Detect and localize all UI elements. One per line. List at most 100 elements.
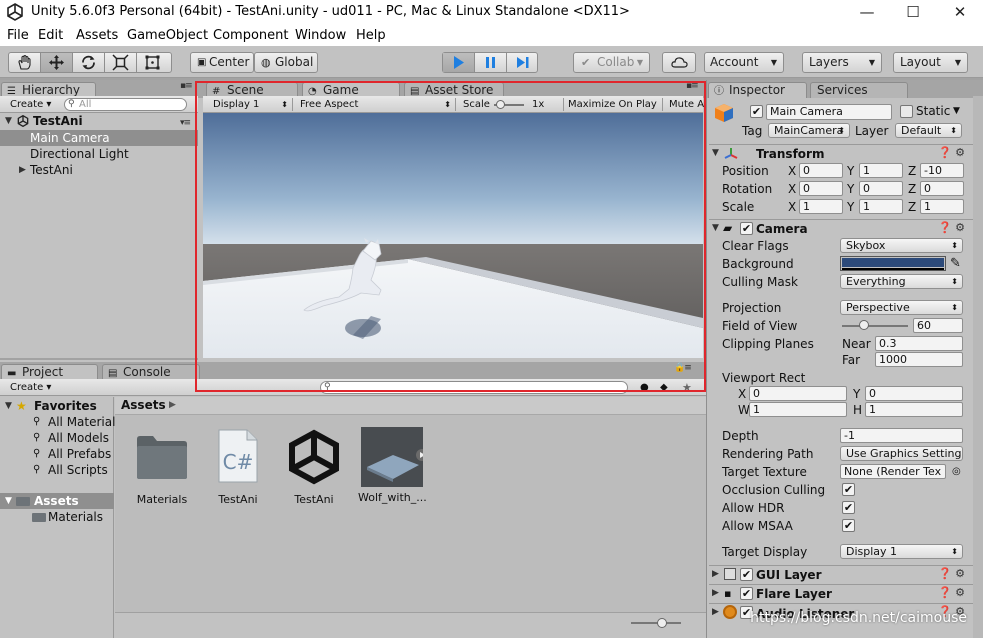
display-dropdown[interactable]: Display 1 ⬍	[209, 98, 293, 111]
fov-field[interactable]: 60	[913, 318, 963, 333]
icon-size-slider-thumb[interactable]	[657, 618, 667, 628]
scale-y-field[interactable]: 1	[859, 199, 903, 214]
panel-menu-icon[interactable]: 🔒≡	[674, 363, 692, 373]
allow-hdr-checkbox[interactable]: ✔	[842, 501, 855, 514]
expand-triangle-icon[interactable]: ▼	[5, 113, 12, 129]
scene-menu-icon[interactable]: ▾≡	[180, 115, 191, 131]
tab-console[interactable]: ▤ Console	[102, 364, 200, 380]
object-picker-icon[interactable]: ◎	[952, 464, 961, 480]
filter-by-type-icon[interactable]: ●	[636, 381, 649, 394]
tab-inspector[interactable]: ⓘ Inspector	[708, 82, 807, 98]
icon-size-slider-track[interactable]	[631, 622, 681, 624]
favorite-all-materials[interactable]: ⚲ All Materials	[0, 414, 122, 430]
rotation-x-field[interactable]: 0	[799, 181, 843, 196]
play-button[interactable]	[443, 53, 475, 72]
favorites-header[interactable]: ▼ ★ Favorites	[0, 398, 114, 414]
viewport-w-field[interactable]: 1	[749, 402, 847, 417]
aspect-dropdown[interactable]: Free Aspect ⬍	[296, 98, 456, 111]
hierarchy-item-directional-light[interactable]: Directional Light	[0, 146, 198, 162]
rotation-z-field[interactable]: 0	[920, 181, 964, 196]
viewport-h-field[interactable]: 1	[865, 402, 963, 417]
object-active-checkbox[interactable]: ✔	[750, 105, 763, 118]
tag-dropdown[interactable]: MainCamera ⬍	[768, 123, 850, 138]
gui-layer-checkbox[interactable]: ✔	[740, 568, 753, 581]
depth-field[interactable]: -1	[840, 428, 963, 443]
create-dropdown[interactable]: Create ▾	[6, 98, 51, 111]
position-x-field[interactable]: 0	[799, 163, 843, 178]
menu-gameobject[interactable]: GameObject	[127, 28, 208, 43]
clear-flags-dropdown[interactable]: Skybox ⬍	[840, 238, 963, 253]
assets-folder[interactable]: ▼ Assets	[0, 493, 114, 509]
eyedropper-icon[interactable]: ✎	[950, 256, 961, 272]
expand-triangle-icon[interactable]: ▶	[712, 569, 719, 579]
menu-file[interactable]: File	[7, 28, 29, 43]
expand-triangle-icon[interactable]: ▶	[19, 162, 26, 178]
culling-mask-dropdown[interactable]: Everything ⬍	[840, 274, 963, 289]
expand-triangle-icon[interactable]: ▶	[712, 588, 719, 598]
layout-dropdown[interactable]: Layout ▼	[893, 52, 968, 73]
scale-z-field[interactable]: 1	[920, 199, 964, 214]
target-display-dropdown[interactable]: Display 1 ⬍	[840, 544, 963, 559]
fov-slider-track[interactable]	[842, 325, 908, 327]
panel-menu-icon[interactable]: ▪≡	[686, 81, 699, 91]
panel-menu-icon[interactable]: ▪≡	[180, 81, 193, 91]
filter-by-label-icon[interactable]: ◆	[656, 381, 668, 394]
far-field[interactable]: 1000	[875, 352, 963, 367]
hierarchy-item-testani[interactable]: ▶ TestAni	[0, 162, 198, 178]
component-help-settings-icons[interactable]: ❓ ⚙	[938, 146, 965, 159]
pivot-center-button[interactable]: ▣ Center	[190, 52, 254, 73]
expand-triangle-icon[interactable]: ▶	[712, 607, 719, 617]
layers-dropdown[interactable]: Layers ▼	[802, 52, 882, 73]
cloud-button[interactable]	[662, 52, 696, 73]
scale-x-field[interactable]: 1	[799, 199, 843, 214]
asset-testani-script[interactable]: C# TestAni	[205, 427, 271, 507]
rect-tool-button[interactable]	[137, 53, 169, 72]
mute-audio-toggle[interactable]: Mute A	[665, 98, 704, 111]
menu-window[interactable]: Window	[295, 28, 346, 43]
maximize-on-play-toggle[interactable]: Maximize On Play	[563, 98, 663, 111]
asset-testani-scene[interactable]: TestAni	[281, 427, 347, 507]
gui-layer-component-header[interactable]: ▶ ✔ GUI Layer ❓ ⚙	[709, 565, 973, 583]
tab-services[interactable]: Services	[810, 82, 908, 98]
occlusion-culling-checkbox[interactable]: ✔	[842, 483, 855, 496]
step-button[interactable]	[507, 53, 539, 72]
project-search-input[interactable]: ⚲	[320, 381, 628, 394]
collapse-triangle-icon[interactable]: ▼	[712, 148, 719, 158]
menu-edit[interactable]: Edit	[38, 28, 63, 43]
asset-wolf-prefab[interactable]: Wolf_with_...	[358, 425, 427, 507]
assets-folder-materials[interactable]: Materials	[0, 509, 114, 525]
scale-slider-thumb[interactable]	[496, 100, 505, 109]
inspector-scrollbar[interactable]	[973, 96, 983, 638]
rotation-y-field[interactable]: 0	[859, 181, 903, 196]
project-create-dropdown[interactable]: Create ▾	[6, 381, 51, 394]
target-texture-field[interactable]: None (Render Tex	[840, 464, 946, 479]
account-dropdown[interactable]: Account ▼	[704, 52, 784, 73]
move-tool-button[interactable]	[41, 53, 73, 72]
allow-msaa-checkbox[interactable]: ✔	[842, 519, 855, 532]
hierarchy-search-input[interactable]: ⚲ All	[64, 98, 187, 111]
component-help-settings-icons[interactable]: ❓ ⚙	[938, 586, 965, 599]
layer-dropdown[interactable]: Default ⬍	[895, 123, 962, 138]
collab-button[interactable]: ✔ Collab ▼	[573, 52, 650, 73]
game-view-viewport[interactable]	[203, 113, 703, 358]
hand-tool-button[interactable]	[9, 53, 41, 72]
position-z-field[interactable]: -10	[920, 163, 964, 178]
component-help-settings-icons[interactable]: ❓ ⚙	[938, 221, 965, 234]
flare-layer-component-header[interactable]: ▶ ▪ ✔ Flare Layer ❓ ⚙	[709, 584, 973, 602]
viewport-x-field[interactable]: 0	[749, 386, 847, 401]
camera-component-header[interactable]: ▼ ▰ ✔ Camera ❓ ⚙	[709, 219, 973, 237]
rotate-tool-button[interactable]	[73, 53, 105, 72]
projection-dropdown[interactable]: Perspective ⬍	[840, 300, 963, 315]
collapse-triangle-icon[interactable]: ▼	[712, 223, 719, 233]
menu-assets[interactable]: Assets	[76, 28, 118, 43]
background-color-swatch[interactable]	[840, 256, 946, 271]
transform-component-header[interactable]: ▼ Transform ❓ ⚙	[709, 144, 973, 162]
favorite-all-models[interactable]: ⚲ All Models	[0, 430, 114, 446]
static-checkbox[interactable]	[900, 105, 913, 118]
near-field[interactable]: 0.3	[875, 336, 963, 351]
favorite-all-prefabs[interactable]: ⚲ All Prefabs	[0, 446, 114, 462]
static-dropdown-icon[interactable]: ▼	[953, 103, 960, 119]
tab-project[interactable]: ▬ Project	[1, 364, 98, 380]
object-name-field[interactable]: Main Camera	[766, 104, 892, 120]
menu-help[interactable]: Help	[356, 28, 386, 43]
